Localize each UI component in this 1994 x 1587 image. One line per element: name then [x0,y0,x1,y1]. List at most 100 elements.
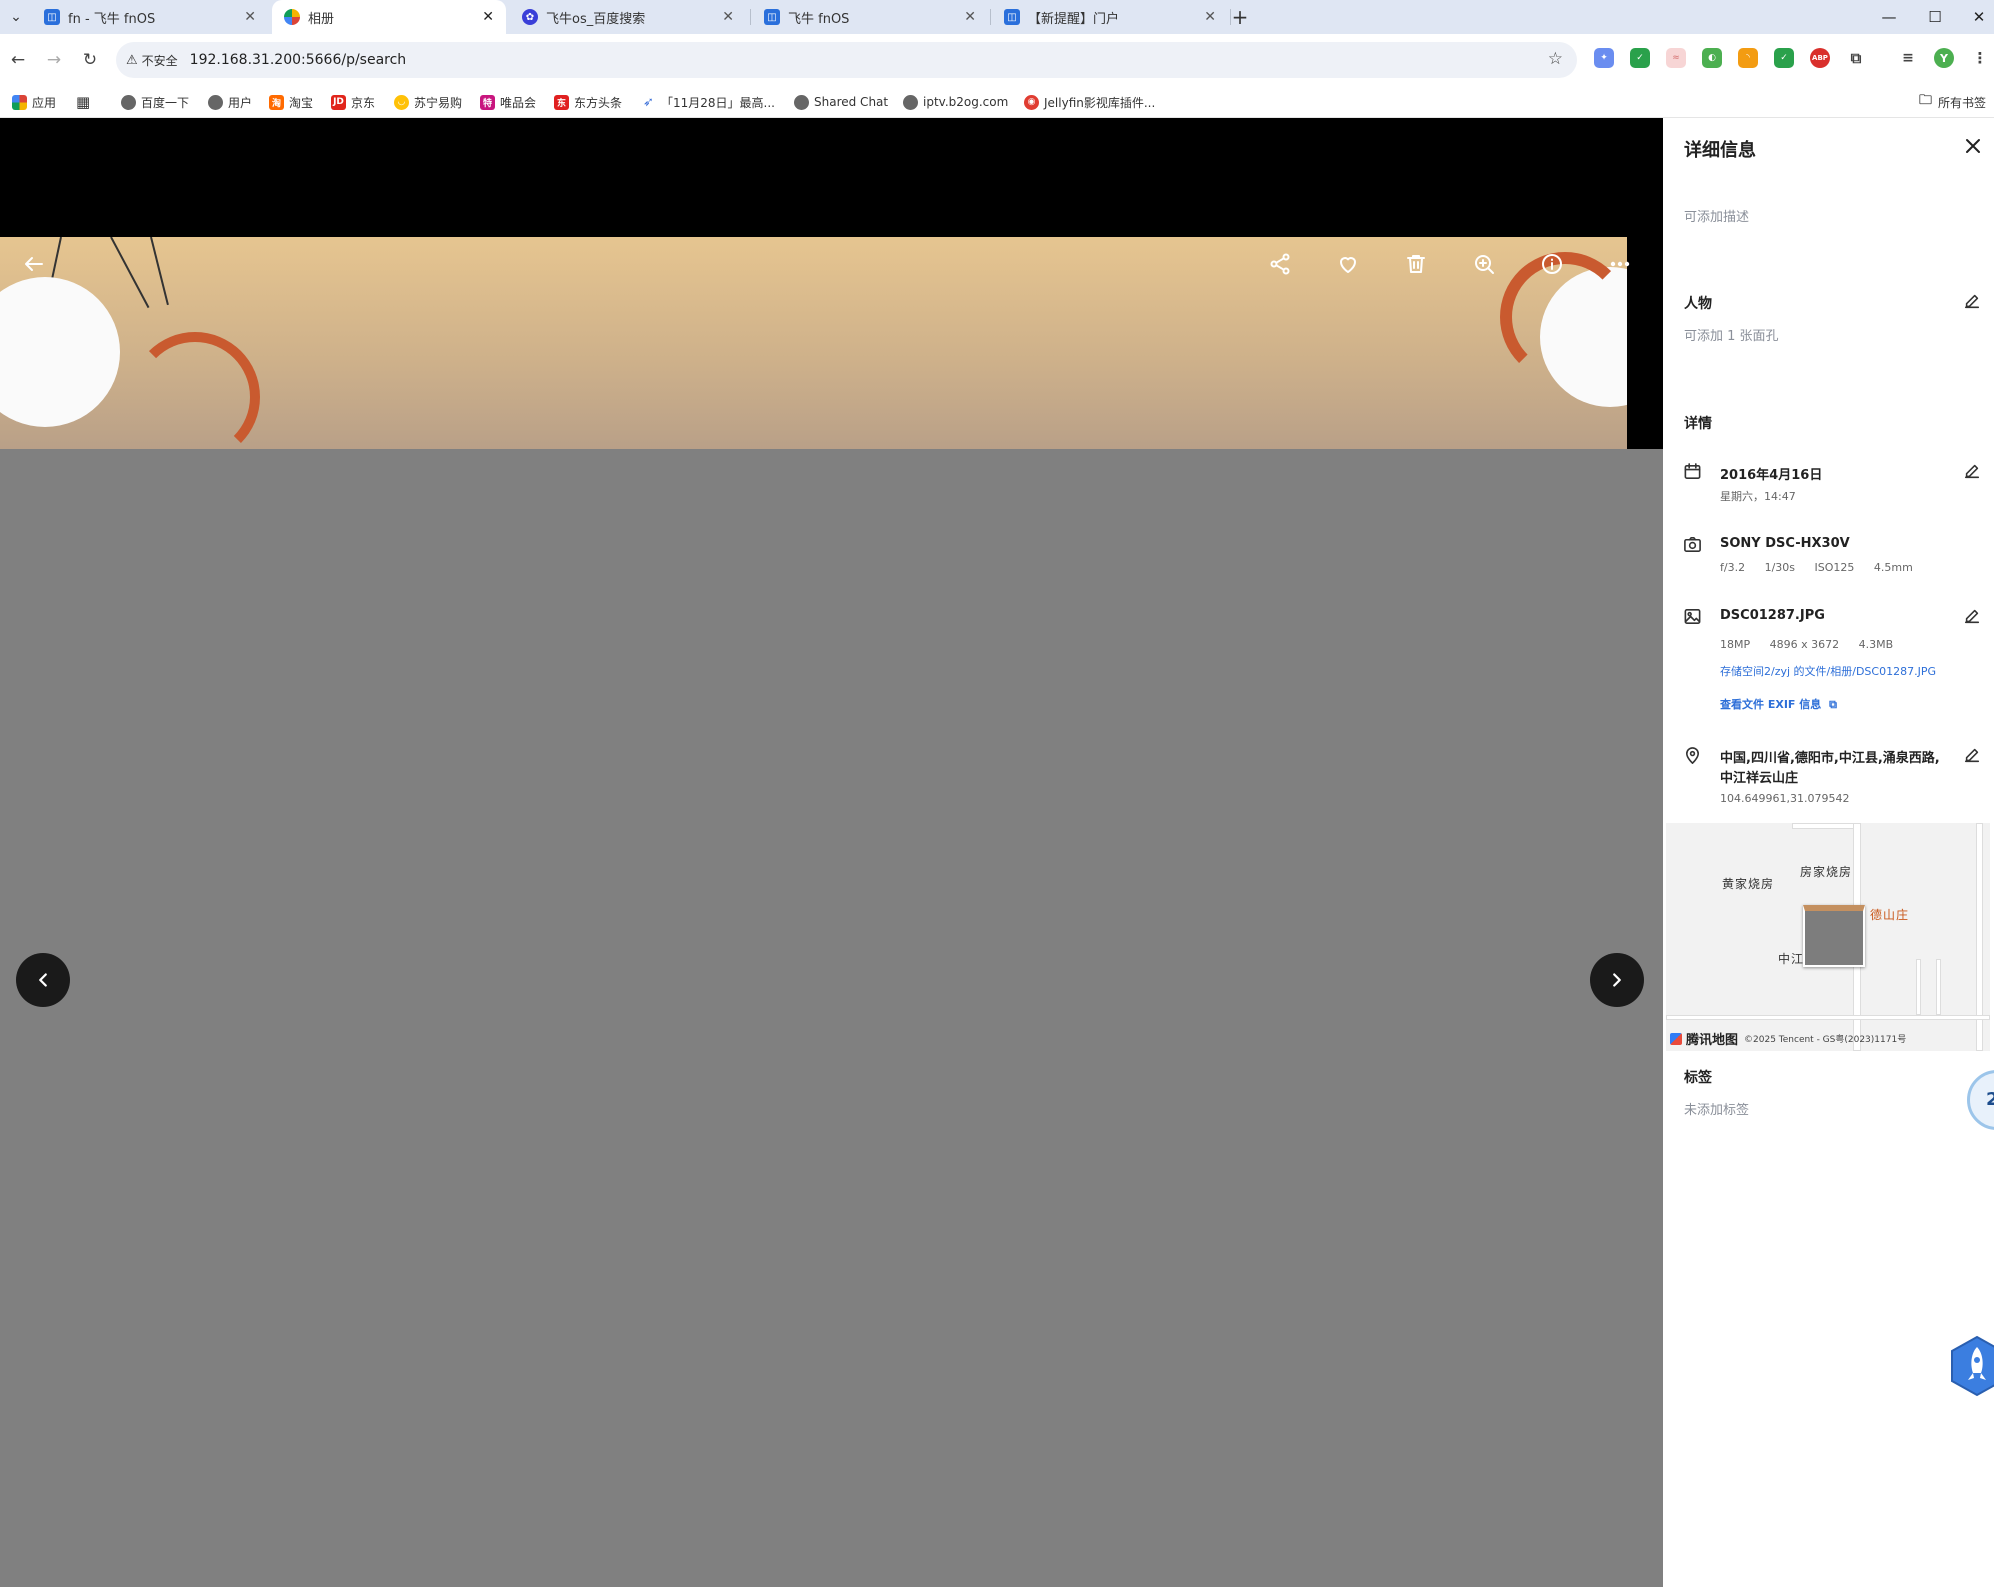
close-window-button[interactable]: ✕ [1956,0,1994,34]
share-button[interactable] [1264,248,1296,280]
extensions-puzzle-icon[interactable]: ⧉ [1846,48,1866,68]
edit-filename-button[interactable] [1963,607,1983,627]
bookmark-users[interactable]: 用户 [208,93,252,111]
bookmark-label: 东方头条 [574,95,623,110]
floating-assistant-button[interactable]: 2 [1967,1070,1994,1130]
edit-people-button[interactable] [1963,292,1983,312]
tab-strip: ⌄ ◫ fn - 飞牛 fnOS ✕ 相册 ✕ ✿ 飞牛os_百度搜索 ✕ ◫ … [0,0,1994,34]
bookmark-news[interactable]: ➶ 「11月28日」最高... [641,93,775,111]
bookmark-shared-chat[interactable]: Shared Chat [794,93,888,111]
url-text[interactable]: 192.168.31.200:5666/p/search [190,52,407,68]
map-photo-marker[interactable] [1803,905,1865,967]
lamp-shade [0,277,120,427]
exif-link[interactable]: 查看文件 EXIF 信息 ⧉ [1720,696,1837,712]
next-photo-button[interactable] [1590,953,1644,1007]
trash-icon [1407,255,1425,273]
bookmark-iptv[interactable]: iptv.b2og.com [903,93,1008,111]
forward-button[interactable]: → [40,46,68,74]
extension-guard-icon[interactable]: ✓ [1774,48,1794,68]
bookmark-toutiao[interactable]: 东 东方头条 [554,93,622,111]
vip-icon: 特 [480,94,495,110]
resolution-value: 4896 x 3672 [1769,638,1840,651]
camera-specs: f/3.2 1/30s ISO125 4.5mm [1720,561,1929,574]
new-tab-button[interactable]: + [1228,5,1252,29]
file-path-link[interactable]: 存储空间2/zyj 的文件/相册/DSC01287.JPG [1720,663,1936,679]
reload-button[interactable]: ↻ [76,46,104,74]
arrow-left-icon [25,257,43,271]
rocket-icon[interactable] [1948,1335,1994,1397]
file-size-value: 4.3MB [1858,638,1894,651]
tab-groups-icon[interactable]: ▦ [76,93,90,111]
bookmark-baidu[interactable]: 百度一下 [121,93,189,111]
delete-button[interactable] [1400,248,1432,280]
all-bookmarks[interactable]: 🗀 所有书签 [1918,93,1986,111]
bookmark-suning[interactable]: ◡ 苏宁易购 [394,93,462,111]
fnos-favicon: ◫ [764,9,780,25]
bookmark-label: 「11月28日」最高... [661,95,775,110]
bookmark-jellyfin[interactable]: ◉ Jellyfin影视库插件... [1024,93,1155,111]
lamp-ring [130,332,260,449]
tab-portal[interactable]: ◫ 【新提醒】门户 ✕ [992,0,1228,34]
extension-adblock-icon[interactable]: ABP [1810,48,1830,68]
edit-location-button[interactable] [1963,746,1983,766]
tab-separator [750,9,751,25]
camera-icon [1683,535,1703,555]
heart-icon [1340,257,1356,273]
close-tab-icon[interactable]: ✕ [244,9,256,25]
location-map[interactable]: 黄家烧房 房家烧房 德山庄 中江 腾讯地图 ©2025 Tencent - GS… [1666,823,1990,1051]
bookmark-label: 应用 [32,95,57,110]
bookmark-label: 百度一下 [141,95,190,110]
extension-feed-icon[interactable]: ≈ [1666,48,1686,68]
zoom-in-button[interactable] [1468,248,1500,280]
tab-baidu[interactable]: ✿ 飞牛os_百度搜索 ✕ [510,0,746,34]
close-tab-icon[interactable]: ✕ [722,9,734,25]
bookmark-star-icon[interactable]: ☆ [1548,49,1563,69]
suning-icon: ◡ [394,94,409,110]
media-control-icon[interactable]: ≡ [1898,48,1918,68]
edit-date-button[interactable] [1963,462,1983,482]
previous-photo-button[interactable] [16,953,70,1007]
bookmark-taobao[interactable]: 淘 淘宝 [269,93,313,111]
iso-value: ISO125 [1814,561,1855,574]
description-input[interactable]: 可添加描述 [1684,206,1749,225]
people-hint: 可添加 1 张面孔 [1684,329,1779,344]
browser-menu-icon[interactable]: ⋮ [1970,48,1990,68]
bookmark-jd[interactable]: JD 京东 [331,93,375,111]
chevron-right-icon [1613,973,1621,987]
profile-avatar[interactable]: Y [1934,48,1954,68]
more-button[interactable] [1604,248,1636,280]
bookmark-apps[interactable]: 应用 [12,93,56,111]
map-copyright: ©2025 Tencent - GS粤(2023)1171号 [1744,1035,1907,1045]
minimize-button[interactable]: — [1866,0,1912,34]
tab-album[interactable]: 相册 ✕ [272,0,506,34]
bookmark-label: 唯品会 [500,95,537,110]
close-icon [1966,139,1980,153]
extension-shield-icon[interactable]: ✓ [1630,48,1650,68]
extension-rss-icon[interactable]: ◝ [1738,48,1758,68]
back-button[interactable]: ← [4,46,32,74]
close-tab-icon[interactable]: ✕ [1204,9,1216,25]
close-panel-button[interactable] [1963,136,1987,160]
favorite-button[interactable] [1332,248,1364,280]
warning-icon: ⚠ [126,52,138,68]
browser-toolbar: ← → ↻ ⚠ 不安全 192.168.31.200:5666/p/search… [0,34,1994,86]
extension-translate-icon[interactable]: ◐ [1702,48,1722,68]
maximize-button[interactable]: ☐ [1912,0,1958,34]
bookmark-label: 京东 [351,95,376,110]
bookmark-vip[interactable]: 特 唯品会 [480,93,536,111]
close-tab-icon[interactable]: ✕ [482,9,494,25]
folder-icon: 🗀 [1918,93,1933,110]
extension-bird-icon[interactable]: ✦ [1594,48,1614,68]
address-bar[interactable]: ⚠ 不安全 192.168.31.200:5666/p/search ☆ [116,42,1577,78]
tab-fnos[interactable]: ◫ 飞牛 fnOS ✕ [752,0,988,34]
tab-search-button[interactable]: ⌄ [4,5,28,29]
close-tab-icon[interactable]: ✕ [964,9,976,25]
globe-icon [794,94,809,110]
globe-icon [903,94,918,110]
viewer-back-button[interactable] [18,248,50,280]
details-panel: 详细信息 可添加描述 人物 可添加 1 张面孔 详情 2016年4月16日 星期… [1663,118,1994,1587]
tab-fn[interactable]: ◫ fn - 飞牛 fnOS ✕ [32,0,268,34]
tab-title: 相册 [308,11,335,27]
security-indicator[interactable]: ⚠ 不安全 [126,52,178,69]
info-button[interactable] [1536,248,1568,280]
